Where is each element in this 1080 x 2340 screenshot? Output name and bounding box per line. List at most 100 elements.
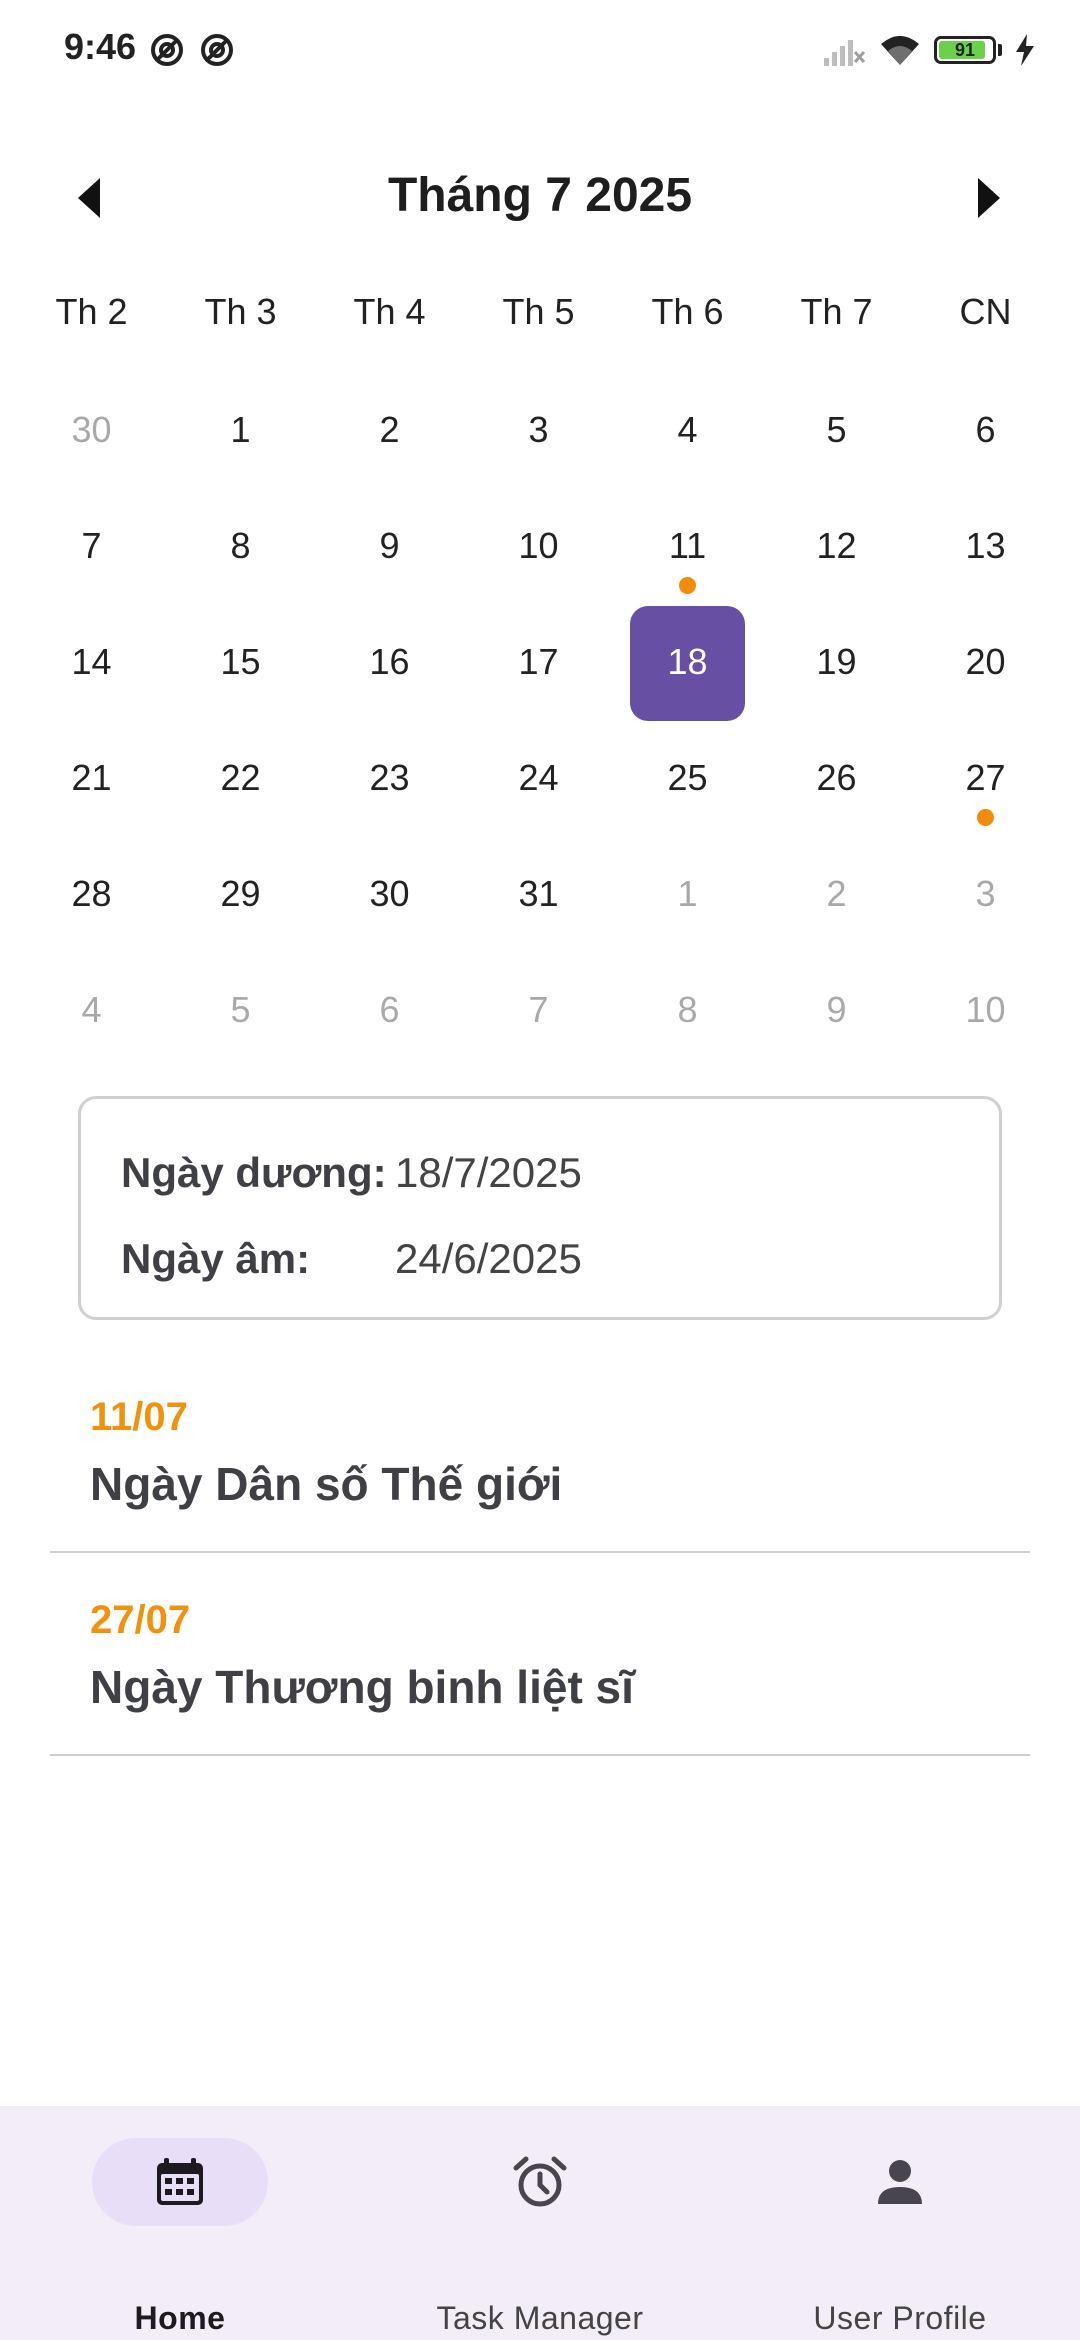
day-number: 1	[230, 409, 251, 450]
event-item[interactable]: 11/07 Ngày Dân số Thế giới	[50, 1373, 1030, 1553]
day-number: 18	[667, 641, 708, 682]
nav-item-user-profile[interactable]: User Profile	[720, 2106, 1080, 2340]
day-cell[interactable]: 12	[762, 488, 911, 604]
day-number: 6	[975, 409, 996, 450]
weekday-label: Th 7	[800, 291, 873, 332]
day-number: 30	[369, 873, 410, 914]
weekday-label: Th 3	[204, 291, 277, 332]
date-info-card: Ngày dương: 18/7/2025 Ngày âm: 24/6/2025	[78, 1096, 1002, 1320]
day-cell[interactable]: 2	[762, 836, 911, 952]
battery-text: 91	[954, 39, 976, 60]
day-number: 5	[826, 409, 847, 450]
day-cell[interactable]: 9	[315, 488, 464, 604]
battery-icon: 91	[934, 36, 996, 64]
event-item[interactable]: 27/07 Ngày Thương binh liệt sĩ	[50, 1576, 1030, 1756]
notification-icon	[201, 34, 233, 66]
day-number: 24	[518, 757, 559, 798]
wifi-icon	[881, 36, 919, 65]
day-cell[interactable]: 19	[762, 604, 911, 720]
day-number: 9	[379, 525, 400, 566]
day-number: 3	[528, 409, 549, 450]
day-number: 8	[230, 525, 251, 566]
event-dot	[679, 577, 696, 594]
day-cell[interactable]: 9	[762, 952, 911, 1068]
weekday-row: Th 2 Th 3 Th 4 Th 5 Th 6 Th 7 CN	[17, 272, 1061, 352]
day-cell[interactable]: 11	[613, 488, 762, 604]
lunar-date-value: 24/6/2025	[395, 1235, 582, 1282]
day-cell[interactable]: 1	[166, 372, 315, 488]
day-cell[interactable]: 21	[17, 720, 166, 836]
calendar-screen: 9:46 91 Tháng 7 2025 Th 2 Th 3 Th 4 Th 5…	[0, 0, 1080, 2340]
day-cell[interactable]: 2	[315, 372, 464, 488]
day-cell[interactable]: 13	[911, 488, 1060, 604]
day-number: 14	[71, 641, 112, 682]
day-number: 15	[220, 641, 261, 682]
day-number: 3	[975, 873, 996, 914]
day-cell[interactable]: 26	[762, 720, 911, 836]
day-cell[interactable]: 5	[166, 952, 315, 1068]
day-cell[interactable]: 30	[315, 836, 464, 952]
day-cell[interactable]: 24	[464, 720, 613, 836]
day-cell[interactable]: 8	[166, 488, 315, 604]
day-cell[interactable]: 23	[315, 720, 464, 836]
day-number: 19	[816, 641, 857, 682]
day-number: 31	[518, 873, 559, 914]
day-cell[interactable]: 4	[17, 952, 166, 1068]
day-cell[interactable]: 15	[166, 604, 315, 720]
day-number: 30	[71, 409, 112, 450]
day-cell[interactable]: 31	[464, 836, 613, 952]
day-cell[interactable]: 6	[911, 372, 1060, 488]
chevron-right-icon	[978, 178, 1000, 218]
day-cell[interactable]: 28	[17, 836, 166, 952]
calendar-header: Tháng 7 2025	[0, 150, 1080, 246]
day-cell[interactable]: 27	[911, 720, 1060, 836]
day-cell[interactable]: 5	[762, 372, 911, 488]
day-cell[interactable]: 3	[911, 836, 1060, 952]
day-cell[interactable]: 7	[464, 952, 613, 1068]
day-cell[interactable]: 4	[613, 372, 762, 488]
day-cell[interactable]: 1	[613, 836, 762, 952]
status-bar: 9:46 91	[0, 0, 1080, 100]
day-cell-selected[interactable]: 18	[613, 604, 762, 721]
nav-label: Task Manager	[436, 2300, 644, 2336]
event-date: 27/07	[90, 1598, 191, 1642]
day-number: 6	[379, 989, 400, 1030]
day-number: 28	[71, 873, 112, 914]
day-number: 25	[667, 757, 708, 798]
day-cell[interactable]: 22	[166, 720, 315, 836]
solar-date-value: 18/7/2025	[395, 1149, 582, 1196]
day-number: 22	[220, 757, 261, 798]
day-cell[interactable]: 6	[315, 952, 464, 1068]
weekday-label: Th 2	[55, 291, 128, 332]
day-cell[interactable]: 16	[315, 604, 464, 720]
day-cell[interactable]: 10	[464, 488, 613, 604]
day-cell[interactable]: 8	[613, 952, 762, 1068]
next-month-button[interactable]	[958, 168, 1018, 228]
day-cell[interactable]: 20	[911, 604, 1060, 720]
day-number: 10	[518, 525, 559, 566]
day-cell[interactable]: 14	[17, 604, 166, 720]
day-grid: 30 1 2 3 4 5 6 7 8 9 10 11 12 13 14 15 16 17 18 19 20 21 22 23 2…	[17, 372, 1061, 1068]
bottom-navigation: Home Task Manager User Profile	[0, 2106, 1080, 2340]
day-cell[interactable]: 17	[464, 604, 613, 720]
day-number: 29	[220, 873, 261, 914]
day-number: 17	[518, 641, 559, 682]
person-icon	[878, 2160, 922, 2204]
day-number: 20	[965, 641, 1006, 682]
event-name: Ngày Thương binh liệt sĩ	[90, 1661, 634, 1713]
day-number: 21	[71, 757, 112, 798]
alarm-clock-icon	[513, 2156, 567, 2207]
nav-item-task-manager[interactable]: Task Manager	[360, 2106, 720, 2340]
day-cell[interactable]: 3	[464, 372, 613, 488]
day-number: 12	[816, 525, 857, 566]
day-number: 4	[81, 989, 102, 1030]
day-number: 2	[826, 873, 847, 914]
nav-item-home[interactable]: Home	[0, 2106, 360, 2340]
day-number: 4	[677, 409, 698, 450]
day-cell[interactable]: 30	[17, 372, 166, 488]
day-cell[interactable]: 25	[613, 720, 762, 836]
day-cell[interactable]: 7	[17, 488, 166, 604]
day-cell[interactable]: 10	[911, 952, 1060, 1068]
day-cell[interactable]: 29	[166, 836, 315, 952]
day-number: 7	[81, 525, 102, 566]
